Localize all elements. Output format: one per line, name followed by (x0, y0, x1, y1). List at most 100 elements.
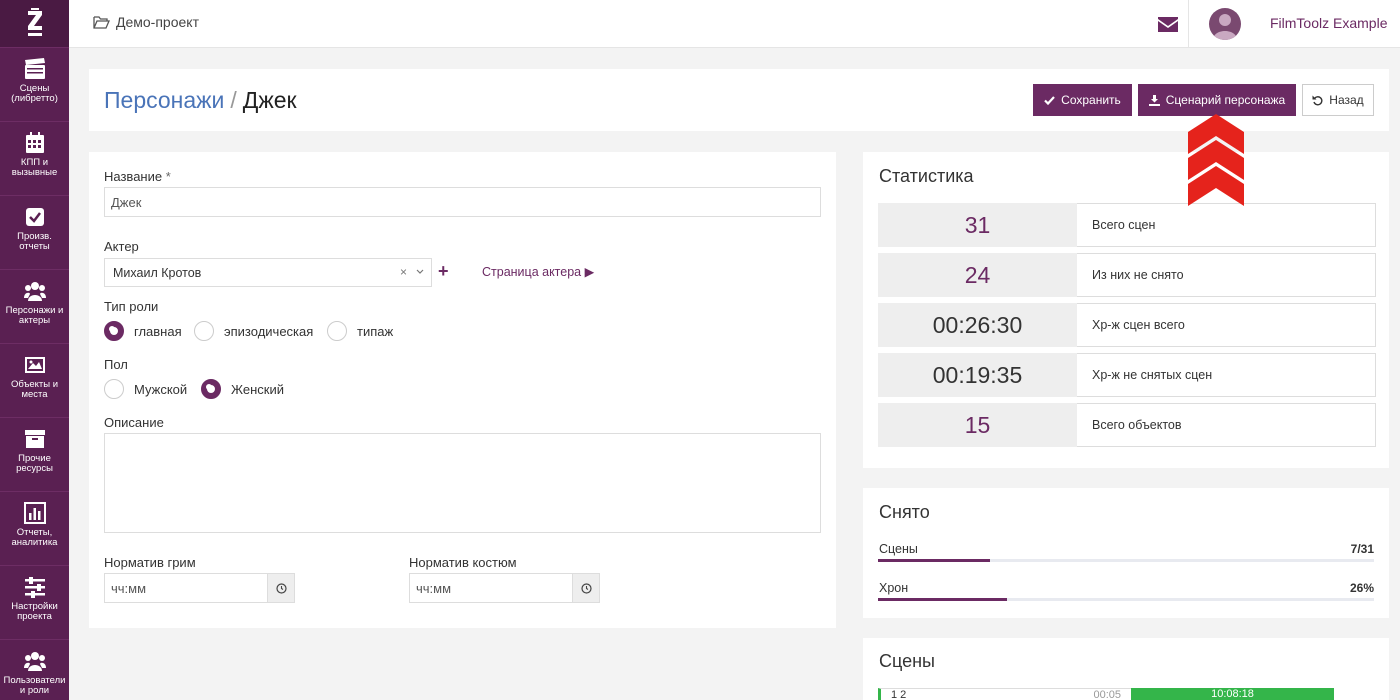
gender-label: Пол (104, 357, 128, 372)
radio-label: эпизодическая (224, 323, 314, 339)
checkbox-icon (25, 208, 44, 226)
scene-duration: 00:05 (1093, 689, 1121, 700)
shot-title: Снято (879, 502, 930, 522)
radio-circle[interactable] (104, 321, 124, 341)
radio-circle[interactable] (201, 379, 221, 399)
sidebar-item-label: Пользователи и роли (3, 675, 66, 696)
sidebar: Сцены (либретто) КПП и вызывные Произв. … (0, 0, 69, 700)
character-form: Название * Джек Актер Михаил Кротов × + … (89, 152, 836, 628)
logo-icon (27, 7, 42, 36)
radio-circle[interactable] (104, 379, 124, 399)
name-input[interactable]: Джек (104, 187, 821, 217)
scenes-panel: Сцены 1 2 00:05 10:08:18 (863, 638, 1389, 700)
makeup-time-picker[interactable] (267, 574, 294, 602)
bar-chart-icon (23, 502, 46, 524)
chrono-progress-value: 26% (1349, 581, 1374, 595)
stat-label: Хр-ж сцен всего (1077, 303, 1376, 347)
sidebar-item-locations[interactable]: Объекты и места (0, 344, 69, 418)
radio-label: Женский (231, 381, 284, 397)
role-radio-type[interactable]: типаж (327, 321, 393, 341)
archive-icon (24, 430, 45, 448)
chevron-down-icon[interactable] (415, 265, 425, 279)
costume-time-picker[interactable] (572, 574, 599, 602)
required-mark: * (165, 169, 171, 184)
user-name[interactable]: FilmToolz Example (1270, 15, 1387, 31)
actor-select-value: Михаил Кротов (113, 265, 202, 280)
sidebar-item-reports[interactable]: Произв. отчеты (0, 196, 69, 270)
radio-circle[interactable] (194, 321, 214, 341)
clear-icon[interactable]: × (400, 265, 407, 279)
description-textarea[interactable] (104, 433, 821, 533)
stat-value: 00:26:30 (878, 303, 1077, 347)
costume-norm-input[interactable]: чч:мм (409, 573, 600, 603)
costume-norm-placeholder: чч:мм (416, 580, 452, 596)
stat-value: 31 (878, 203, 1077, 247)
actor-page-link[interactable]: Страница актера ▶ (482, 264, 594, 279)
gender-radio-male[interactable]: Мужской (104, 379, 187, 399)
stat-label: Всего объектов (1077, 403, 1376, 447)
clock-icon (580, 582, 592, 594)
users-icon (23, 282, 46, 301)
role-type-label: Тип роли (104, 299, 159, 314)
sidebar-item-label: Объекты и места (10, 379, 59, 400)
actor-select[interactable]: Михаил Кротов × (104, 258, 432, 287)
sidebar-item-users[interactable]: Пользователи и роли (0, 640, 69, 700)
save-button-label: Сохранить (1061, 93, 1121, 107)
sliders-icon (24, 577, 45, 598)
character-script-button[interactable]: Сценарий персонажа (1138, 84, 1296, 116)
chrono-progress-label: Хрон (879, 581, 909, 595)
radio-circle[interactable] (327, 321, 347, 341)
topbar: Демо-проект FilmToolz Example (69, 0, 1400, 48)
scenes-progress-bar (878, 559, 1374, 562)
scenes-title: Сцены (879, 651, 935, 671)
stat-value: 00:19:35 (878, 353, 1077, 397)
sidebar-item-schedule[interactable]: КПП и вызывные (0, 122, 69, 196)
sidebar-item-scenes[interactable]: Сцены (либретто) (0, 48, 69, 122)
sidebar-item-label: Произв. отчеты (17, 231, 52, 252)
gender-radio-female[interactable]: Женский (201, 379, 284, 399)
scene-time-badge: 10:08:18 (1131, 688, 1334, 700)
scenes-progress-fill (878, 559, 991, 562)
statistics-title: Статистика (879, 166, 974, 186)
description-label: Описание (104, 415, 164, 430)
sidebar-item-label: Отчеты, аналитика (11, 527, 58, 548)
role-radio-main[interactable]: главная (104, 321, 182, 341)
avatar[interactable] (1209, 8, 1241, 40)
role-radio-episodic[interactable]: эпизодическая (194, 321, 313, 341)
radio-label: главная (134, 323, 182, 339)
clock-icon (275, 582, 287, 594)
stat-row: 00:26:30 Хр-ж сцен всего (878, 303, 1376, 347)
radio-label: типаж (357, 323, 394, 339)
stat-row: 00:19:35 Хр-ж не снятых сцен (878, 353, 1376, 397)
check-icon (1044, 95, 1055, 105)
makeup-norm-label: Норматив грим (104, 555, 196, 570)
costume-norm-label: Норматив костюм (409, 555, 517, 570)
folder-open-icon (93, 16, 110, 29)
character-script-button-label: Сценарий персонажа (1165, 93, 1286, 107)
add-actor-button[interactable]: + (438, 262, 449, 280)
user-avatar-icon (1213, 14, 1237, 40)
messages-button[interactable] (1147, 0, 1189, 48)
sidebar-item-label: Прочие ресурсы (16, 453, 53, 474)
sidebar-item-analytics[interactable]: Отчеты, аналитика (0, 492, 69, 566)
name-label: Название * (104, 169, 171, 184)
users-icon (23, 652, 46, 671)
scenes-progress-value: 7/31 (1350, 542, 1374, 556)
app-logo[interactable] (0, 0, 69, 48)
breadcrumb-characters-link[interactable]: Персонажи (104, 87, 224, 113)
sidebar-item-characters[interactable]: Персонажи и актеры (0, 270, 69, 344)
makeup-norm-input[interactable]: чч:мм (104, 573, 295, 603)
statistics-panel: Статистика 31 Всего сцен 24 Из них не сн… (863, 152, 1389, 468)
sidebar-item-settings[interactable]: Настройки проекта (0, 566, 69, 640)
scene-row[interactable]: 1 2 00:05 10:08:18 (878, 688, 1334, 700)
stat-row: 15 Всего объектов (878, 403, 1376, 447)
save-button[interactable]: Сохранить (1033, 84, 1132, 116)
calendar-icon (25, 132, 44, 153)
name-label-text: Название (104, 169, 163, 184)
project-selector[interactable]: Демо-проект (93, 14, 199, 30)
envelope-icon (1157, 16, 1178, 32)
page-title: Джек (242, 87, 297, 113)
sidebar-item-label: Персонажи и актеры (5, 305, 64, 326)
sidebar-item-resources[interactable]: Прочие ресурсы (0, 418, 69, 492)
back-button[interactable]: Назад (1302, 84, 1374, 116)
